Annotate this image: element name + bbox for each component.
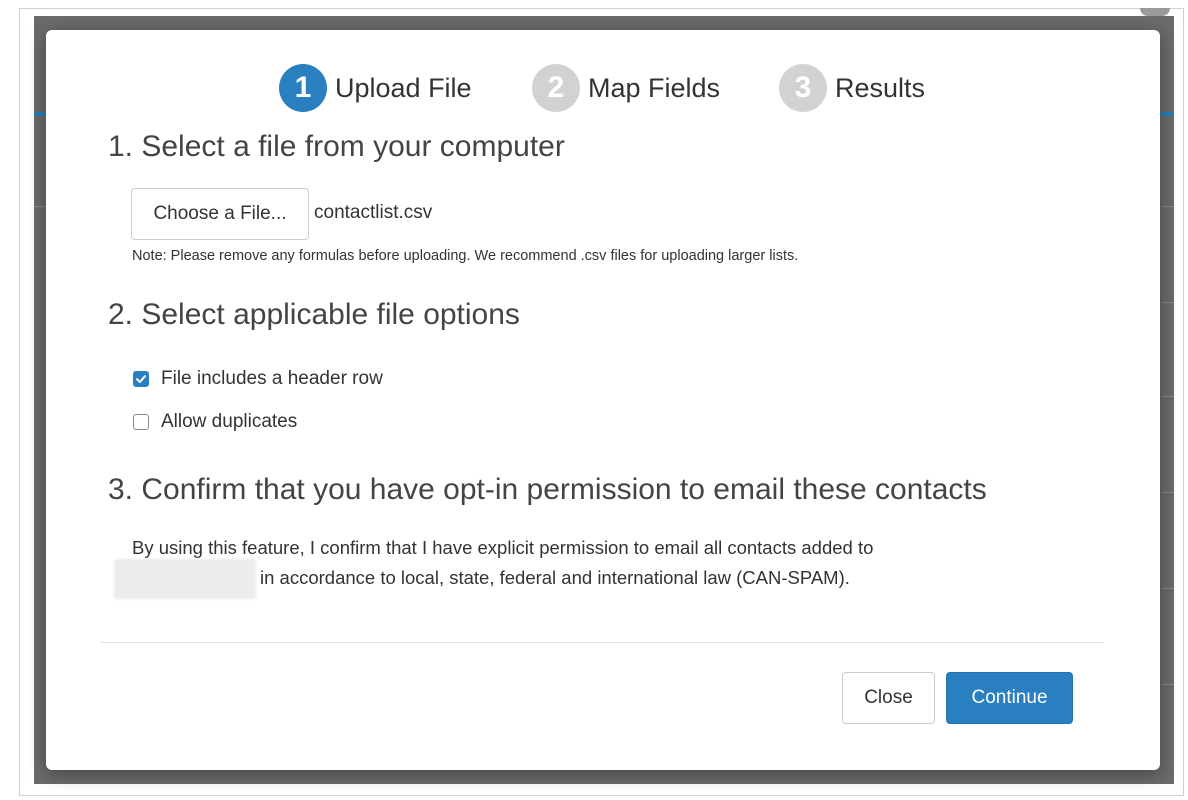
background-close-control xyxy=(1140,8,1170,16)
wizard-steps: 1 Upload File 2 Map Fields 3 Results xyxy=(46,64,1160,112)
footer-divider xyxy=(100,642,1104,643)
checkmark-icon xyxy=(136,375,146,383)
permission-statement-line-2: in accordance to local, state, federal a… xyxy=(260,567,850,588)
background-row-divider-right xyxy=(1162,588,1174,589)
section-heading-opt-in-permission: 3. Confirm that you have opt-in permissi… xyxy=(108,473,987,506)
allow-duplicates-checkbox[interactable] xyxy=(133,414,149,430)
step-number-badge: 2 xyxy=(532,64,580,112)
redacted-account-name xyxy=(114,559,256,599)
upload-note: Note: Please remove any formulas before … xyxy=(132,248,799,264)
choose-file-button[interactable]: Choose a File... xyxy=(131,188,309,240)
background-row-divider-right xyxy=(1162,396,1174,397)
step-results: 3 Results xyxy=(779,64,925,112)
header-row-checkbox[interactable] xyxy=(133,371,149,387)
selected-file-name: contactlist.csv xyxy=(314,202,433,223)
close-button[interactable]: Close xyxy=(842,672,935,724)
header-row-label: File includes a header row xyxy=(161,368,383,389)
import-contacts-modal: 1 Upload File 2 Map Fields 3 Results 1. … xyxy=(46,30,1160,770)
background-tab-indicator-right xyxy=(1158,112,1174,116)
step-upload-file: 1 Upload File xyxy=(279,64,472,112)
background-row-divider-right xyxy=(1162,492,1174,493)
permission-statement-line-1: By using this feature, I confirm that I … xyxy=(132,537,874,558)
step-map-fields: 2 Map Fields xyxy=(532,64,720,112)
background-row-divider-right xyxy=(1162,684,1174,685)
section-heading-file-options: 2. Select applicable file options xyxy=(108,298,520,331)
step-label: Upload File xyxy=(335,72,472,103)
background-row-divider-right xyxy=(1162,302,1174,303)
option-header-row[interactable]: File includes a header row xyxy=(133,368,383,390)
background-row-divider xyxy=(34,206,46,207)
option-allow-duplicates[interactable]: Allow duplicates xyxy=(133,411,297,433)
step-label: Results xyxy=(835,72,926,103)
section-heading-select-file: 1. Select a file from your computer xyxy=(108,130,565,163)
step-number-badge: 1 xyxy=(279,64,327,112)
continue-button[interactable]: Continue xyxy=(946,672,1073,724)
allow-duplicates-label: Allow duplicates xyxy=(161,411,298,432)
step-label: Map Fields xyxy=(588,72,721,103)
step-number-badge: 3 xyxy=(779,64,827,112)
background-row-divider-right xyxy=(1162,206,1174,207)
